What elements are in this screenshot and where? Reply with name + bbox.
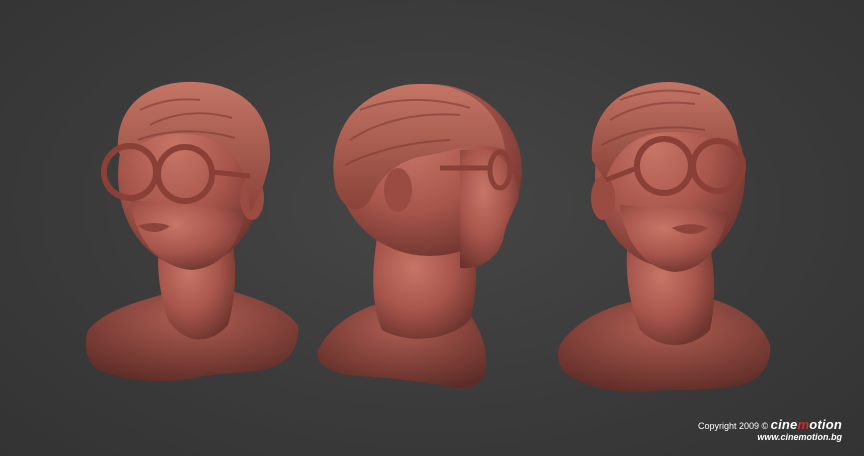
- copyright-line: Copyright 2009 © cinemotion: [698, 418, 842, 431]
- bust-three-quarter-left: [85, 81, 299, 382]
- render-scene: Copyright 2009 © cinemotion www.cinemoti…: [0, 0, 864, 456]
- sculpture-render: [85, 81, 771, 393]
- copyright-credit: Copyright 2009 © cinemotion www.cinemoti…: [698, 418, 842, 442]
- brand-logo: cinemotion: [771, 417, 842, 432]
- brand-text-part1: cine: [770, 417, 798, 432]
- bust-three-quarter-right: [557, 82, 771, 393]
- bust-profile: [317, 83, 522, 389]
- website-url: www.cinemotion.bg: [757, 432, 842, 442]
- brand-text-part3: otion: [809, 417, 842, 432]
- brand-text-part2: m: [797, 417, 810, 432]
- copyright-text: Copyright 2009 ©: [697, 421, 769, 431]
